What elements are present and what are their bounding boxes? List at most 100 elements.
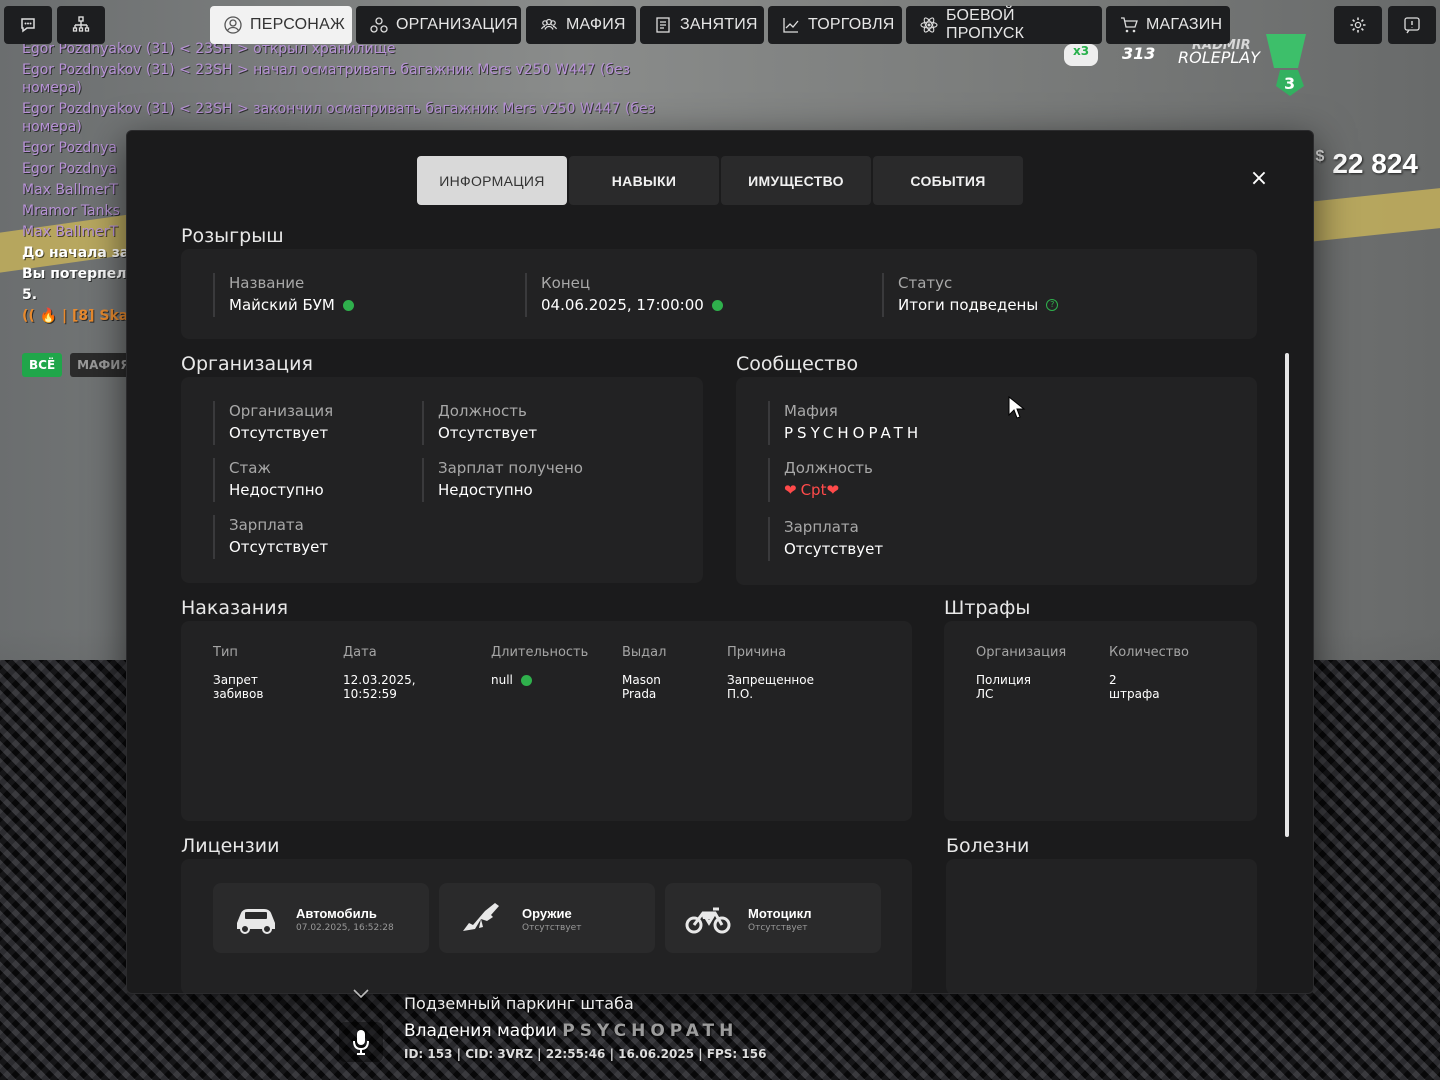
tab-information[interactable]: ИНФОРМАЦИЯ [417, 156, 567, 205]
nav-organization[interactable]: ОРГАНИЗАЦИЯ [356, 6, 521, 44]
license-date: 07.02.2025, 16:52:28 [296, 923, 394, 933]
money-display: $22 824 [1315, 148, 1418, 179]
giveaway-status-field: Статус Итоги подведены? [882, 273, 1059, 317]
nav-label: МАФИЯ [566, 16, 626, 33]
chat-tab-all[interactable]: ВСЁ [22, 353, 63, 377]
nav-battle-pass[interactable]: БОЕВОЙ ПРОПУСК [906, 6, 1102, 44]
cart-icon [1120, 16, 1138, 34]
microphone-icon [353, 1030, 369, 1055]
community-panel: Мафия PSYCHOPATH Должность ❤ Cpt ❤ Зарпл… [736, 377, 1257, 585]
question-icon[interactable]: ? [1046, 299, 1059, 311]
field-value: Отсутствует [784, 540, 884, 558]
giveaway-end-field: Конец 04.06.2025, 17:00:00 [525, 273, 723, 317]
player-info: ID: 153 | CID: 3VRZ | 22:55:46 | 16.06.2… [404, 1047, 767, 1061]
field-label: Должность [784, 459, 873, 477]
hierarchy-button[interactable] [57, 6, 105, 44]
chat-bubble-icon [19, 16, 37, 34]
license-name: Оружие [522, 906, 572, 921]
location-name: Подземный паркинг штаба [404, 994, 634, 1013]
giveaway-title: Розыгрыш [181, 225, 284, 247]
field-label: Должность [438, 402, 527, 420]
license-card-motorcycle[interactable]: Мотоцикл Отсутствует [665, 883, 881, 953]
table-header: Длительность [491, 645, 589, 660]
license-card-car[interactable]: Автомобиль 07.02.2025, 16:52:28 [213, 883, 429, 953]
field-value: PSYCHOPATH [784, 424, 923, 442]
fines-panel: Организация Количество Полиция ЛС 2 штра… [944, 621, 1257, 821]
close-icon[interactable]: × [1247, 167, 1271, 191]
tab-events[interactable]: СОБЫТИЯ [873, 156, 1023, 205]
verified-icon [711, 299, 723, 311]
field-value: Недоступно [229, 481, 324, 499]
online-count: 313 [1122, 44, 1156, 63]
hierarchy-icon [72, 16, 90, 34]
diseases-title: Болезни [946, 835, 1030, 857]
nav-trading[interactable]: ТОРГОВЛЯ [768, 6, 902, 44]
field-label: Конец [541, 274, 591, 292]
community-salary-field: Зарплата Отсутствует [768, 517, 883, 561]
chat-line: Egor Pozdnyakov (31) < 23SH > начал осма… [22, 62, 631, 96]
territory-owner: Владения мафии PSYCHOPATH [404, 1021, 739, 1041]
table-cell: Запрещенное П.О. [727, 673, 814, 701]
chat-tabs: ВСЁ МАФИЯ [22, 353, 137, 377]
field-label: Зарплата [229, 516, 304, 534]
chat-button[interactable] [4, 6, 52, 44]
diseases-panel [946, 859, 1257, 993]
location-info: Подземный паркинг штаба Владения мафии P… [404, 994, 766, 1061]
info-icon[interactable] [520, 674, 532, 686]
giveaway-panel: Название Майский БУМ Конец 04.06.2025, 1… [181, 249, 1257, 339]
nav-activities[interactable]: ЗАНЯТИЯ [640, 6, 764, 44]
field-label: Мафия [784, 402, 838, 420]
field-label: Организация [229, 402, 334, 420]
verified-icon [342, 299, 354, 311]
community-title: Сообщество [736, 353, 859, 375]
rifle-icon [463, 903, 499, 931]
table-header: Тип [213, 645, 238, 660]
license-name: Мотоцикл [748, 906, 812, 921]
field-label: Название [229, 274, 305, 292]
tab-skills[interactable]: НАВЫКИ [569, 156, 719, 205]
punishments-title: Наказания [181, 597, 288, 619]
top-navigation: ПЕРСОНАЖ ОРГАНИЗАЦИЯ МАФИЯ ЗАНЯТИЯ ТОРГО… [4, 6, 1436, 46]
car-icon [237, 909, 275, 934]
multiplier-badge: x3 [1064, 44, 1098, 66]
chevron-down-icon [353, 989, 369, 999]
table-cell: 12.03.2025, 10:52:59 [343, 673, 416, 701]
mafia-name: PSYCHOPATH [562, 1021, 739, 1041]
nav-character[interactable]: ПЕРСОНАЖ [210, 6, 352, 44]
organization-panel: Организация Отсутствует Должность Отсутс… [181, 377, 703, 583]
org-salary-field: Зарплата Отсутствует [213, 515, 328, 559]
field-value: 04.06.2025, 17:00:00 [541, 296, 704, 314]
user-icon [224, 16, 242, 34]
field-value: Майский БУМ [229, 296, 335, 314]
table-cell: Запрет забивов [213, 673, 264, 701]
report-button[interactable] [1388, 6, 1436, 44]
nav-label: ТОРГОВЛЯ [808, 16, 895, 33]
license-card-weapon[interactable]: Оружие Отсутствует [439, 883, 655, 953]
nav-shop[interactable]: МАГАЗИН [1106, 6, 1230, 44]
license-name: Автомобиль [296, 906, 377, 921]
scrollbar[interactable] [1285, 353, 1289, 837]
org-name-field: Организация Отсутствует [213, 401, 333, 445]
field-label: Статус [898, 274, 953, 292]
chart-icon [782, 16, 800, 34]
field-value: Отсутствует [229, 538, 329, 556]
nav-mafia[interactable]: МАФИЯ [526, 6, 636, 44]
tab-property[interactable]: ИМУЩЕСТВО [721, 156, 871, 205]
field-value: Отсутствует [438, 424, 538, 442]
fines-title: Штрафы [944, 597, 1031, 619]
table-cell: 2 штрафа [1109, 673, 1160, 701]
org-position-field: Должность Отсутствует [422, 401, 537, 445]
table-header: Причина [727, 645, 787, 660]
microphone-button[interactable] [339, 1022, 383, 1062]
settings-button[interactable] [1334, 6, 1382, 44]
licenses-title: Лицензии [181, 835, 280, 857]
punishments-panel: Тип Дата Длительность Выдал Причина Запр… [181, 621, 912, 821]
motorcycle-icon [685, 907, 731, 934]
server-logo: RADMIR ROLEPLAY 3 [1178, 34, 1318, 98]
clipboard-icon [654, 16, 672, 34]
giveaway-name-field: Название Майский БУМ [213, 273, 354, 317]
character-info-modal: ИНФОРМАЦИЯ НАВЫКИ ИМУЩЕСТВО СОБЫТИЯ × Ро… [126, 130, 1314, 994]
table-cell: null [491, 673, 532, 687]
field-label: Зарплат получено [438, 459, 583, 477]
nav-label: ПЕРСОНАЖ [250, 16, 345, 33]
